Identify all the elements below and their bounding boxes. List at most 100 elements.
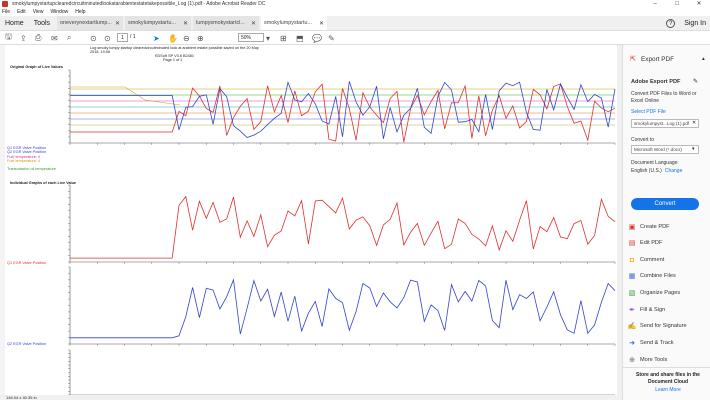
tool-fill-sign[interactable]: ✒ Fill & Sign [628, 306, 665, 314]
scroll-mode-icon[interactable]: ⬒ [296, 33, 304, 43]
close-tab-icon[interactable]: ✕ [183, 20, 188, 27]
chevron-down-icon[interactable]: ▾ [692, 146, 695, 152]
tool-label: Combine Files [640, 273, 676, 279]
zoom-dropdown-icon[interactable]: ▾ [266, 33, 270, 43]
menu-view[interactable]: View [33, 9, 44, 15]
select-pdf-file-link[interactable]: Select PDF File [631, 109, 666, 115]
print-icon[interactable]: ⎙ [35, 33, 41, 43]
document-language-label: Document Language: [631, 160, 679, 166]
chevron-up-icon[interactable]: ▴ [702, 56, 705, 62]
export-description: Convert PDF Files to Word or Excel Onlin… [631, 91, 697, 104]
tool-send-for-signature[interactable]: ✍ Send for Signature [628, 322, 687, 330]
select-tool-icon[interactable]: ➤ [153, 33, 160, 43]
maximize-icon[interactable]: □ [666, 0, 688, 8]
tab-tools[interactable]: Tools [29, 16, 55, 30]
close-tab-icon[interactable]: ✕ [115, 20, 120, 27]
send-signature-icon: ✍ [627, 323, 637, 330]
pin-icon[interactable]: ✎ [693, 78, 698, 85]
document-tab-label: oneverynextartlump... [60, 20, 112, 26]
close-tab-icon[interactable]: ✕ [251, 20, 256, 27]
export-pdf-title: Export PDF [641, 55, 675, 63]
tool-label: Edit PDF [640, 240, 663, 246]
tool-send-track[interactable]: ➜ Send & Track [628, 339, 674, 347]
convert-to-label: Convert to [631, 137, 655, 143]
highlight-icon[interactable]: ✎ [328, 33, 335, 43]
upload-icon[interactable]: ⇪ [20, 33, 27, 43]
combined-graph-temperature-line [70, 86, 181, 106]
menu-bar: File Edit View Window Help [0, 8, 710, 16]
combine-files-icon: ▦ [628, 273, 636, 280]
tool-label: More Tools [640, 357, 668, 363]
document-tab[interactable]: lumpysmokystartcl... ✕ [193, 16, 260, 30]
menu-file[interactable]: File [2, 9, 10, 15]
document-tab-label: smokylumpystartu... [264, 20, 312, 26]
window-controls: – □ ✕ [644, 0, 710, 8]
next-page-icon[interactable]: ⊙ [104, 33, 111, 43]
tool-label: Fill & Sign [640, 307, 666, 313]
create-pdf-icon: ▣ [628, 224, 636, 231]
send-track-icon: ➜ [629, 340, 635, 347]
fit-page-icon[interactable]: ⊞ [280, 33, 287, 43]
tool-label: Create PDF [640, 224, 670, 230]
zoom-in-icon[interactable]: ⊕ [197, 33, 204, 43]
minimize-icon[interactable]: – [644, 0, 666, 8]
menu-window[interactable]: Window [50, 9, 68, 15]
close-icon[interactable]: ✕ [688, 0, 710, 8]
format-select[interactable]: Microsoft Word (*.docx) [631, 145, 699, 154]
right-tools-pane: ⇱ Export PDF ▴ Adobe Export PDF ✎ Conver… [622, 45, 710, 400]
pdf-document-view[interactable]: Log smoky lumpy startup clearedcircuitmi… [5, 45, 617, 395]
document-tab-label: lumpysmokystartcl... [196, 20, 245, 26]
sign-in-link[interactable]: Sign In [684, 20, 706, 27]
tool-more-tools[interactable]: ⊕ More Tools [628, 356, 667, 364]
document-cloud-promo: Store and share files in the Document Cl… [636, 372, 700, 385]
learn-more-link[interactable]: Learn More [631, 387, 705, 393]
document-language-row: English (U.S.) Change [631, 168, 682, 174]
tool-label: Send & Track [640, 340, 674, 346]
document-language-value: English (U.S.) [631, 168, 662, 174]
document-tab-label: smokylumpystartu... [128, 20, 176, 26]
zoom-input[interactable]: 50% [238, 33, 264, 42]
zoom-out-icon[interactable]: ⊖ [183, 33, 190, 43]
toolbar: 🖫 ⇪ ⎙ ✉ ⌕ ⊙ ⊙ ➤ ✋ ⊖ ⊕ ▾ ⊞ ⬒ 💬 ✎ [0, 31, 710, 45]
document-tab[interactable]: oneverynextartlump... ✕ [57, 16, 124, 30]
page-number-input[interactable]: 1 [117, 33, 128, 42]
menu-edit[interactable]: Edit [17, 9, 26, 15]
selected-file-field[interactable]: smokylumpyst...Log (1).pdf [631, 119, 699, 128]
close-tab-icon[interactable]: ✕ [319, 20, 324, 27]
convert-button[interactable]: Convert [631, 198, 699, 210]
tab-bar-right: ? Sign In [666, 16, 706, 31]
prev-page-icon[interactable]: ⊙ [90, 33, 97, 43]
adobe-export-title: Adobe Export PDF [631, 79, 681, 85]
acrobat-app-icon [2, 1, 8, 7]
help-icon[interactable]: ? [666, 19, 676, 28]
comment-icon[interactable]: 💬 [312, 33, 322, 43]
document-tab-active[interactable]: smokylumpystartu... ✕ [261, 16, 328, 30]
blue-graph-series [70, 278, 616, 339]
tool-combine-files[interactable]: ▦ Combine Files [628, 272, 676, 280]
tool-label: Organize Pages [640, 290, 681, 296]
tool-create-pdf[interactable]: ▣ Create PDF [628, 223, 670, 231]
close-file-icon[interactable]: ✕ [692, 120, 696, 126]
tab-bar: Home Tools oneverynextartlump... ✕ smokyl… [0, 16, 710, 31]
pdf-graphs [68, 69, 616, 395]
divider [623, 367, 710, 368]
search-icon[interactable]: ⌕ [67, 33, 71, 43]
export-pdf-icon: ⇱ [630, 56, 636, 63]
menu-help[interactable]: Help [75, 9, 85, 15]
tab-home[interactable]: Home [0, 16, 29, 30]
page-total: / 1 [130, 34, 136, 40]
hand-tool-icon[interactable]: ✋ [168, 33, 178, 43]
document-tab[interactable]: smokylumpystartu... ✕ [125, 16, 192, 30]
tool-comment[interactable]: ◘ Comment [628, 256, 664, 264]
more-tools-icon: ⊕ [629, 357, 635, 364]
change-language-link[interactable]: Change [665, 168, 683, 174]
email-icon[interactable]: ✉ [51, 33, 58, 43]
save-icon[interactable]: 🖫 [5, 32, 12, 43]
tool-label: Comment [640, 257, 665, 263]
window-title: smokylumpystartupclearedcircuitminutedlo… [12, 1, 266, 7]
organize-pages-icon: ▧ [628, 290, 636, 297]
tool-organize-pages[interactable]: ▧ Organize Pages [628, 289, 680, 297]
tool-edit-pdf[interactable]: ▤ Edit PDF [628, 239, 663, 247]
export-pdf-header[interactable]: ⇱ Export PDF ▴ [629, 55, 705, 64]
red-graph-series [70, 195, 616, 259]
